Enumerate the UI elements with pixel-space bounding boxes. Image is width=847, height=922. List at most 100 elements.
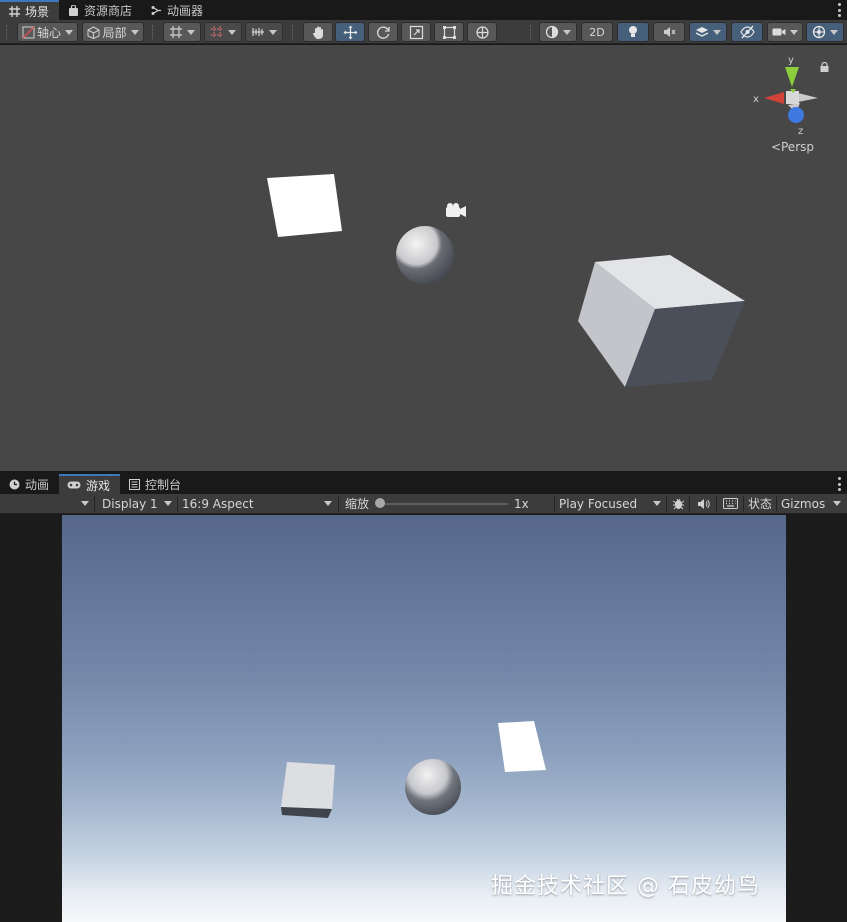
axis-y-label: y <box>788 55 794 66</box>
mute-audio-button[interactable] <box>695 494 711 513</box>
game-canvas[interactable]: 掘金技术社区 @ 石皮幼鸟 <box>62 515 786 922</box>
gizmos-label: Gizmos <box>781 496 826 511</box>
game-more-menu-icon[interactable] <box>837 477 841 491</box>
game-quad <box>498 721 546 772</box>
tab-game[interactable]: 游戏 <box>59 474 121 494</box>
chevron-down-icon <box>563 29 571 35</box>
grid-icon <box>8 5 20 17</box>
play-mode-dropdown[interactable]: Play Focused <box>559 494 663 513</box>
audio-toggle-button[interactable] <box>653 22 685 42</box>
chevron-down-icon <box>228 29 236 35</box>
keyboard-shortcuts-button[interactable] <box>721 494 739 513</box>
toolbar-grip[interactable] <box>530 25 532 39</box>
chevron-down-icon <box>324 501 332 506</box>
toolbar-grip[interactable] <box>6 25 8 39</box>
scene-sphere <box>396 226 454 284</box>
stats-button[interactable]: 状态 <box>748 494 772 513</box>
transform-tool-button[interactable] <box>467 22 497 42</box>
pivot-icon <box>22 26 35 39</box>
axis-z-label: z <box>798 126 803 137</box>
tab-asset-store-label: 资源商店 <box>84 3 133 18</box>
audio-mute-icon <box>662 25 676 39</box>
grid-snap-dropdown[interactable] <box>163 22 201 42</box>
scale-tool-icon <box>409 25 424 40</box>
watermark-text: 掘金技术社区 @ 石皮幼鸟 <box>491 874 760 899</box>
toolbar-grip[interactable] <box>152 25 154 39</box>
speaker-icon <box>697 498 710 510</box>
game-viewport[interactable]: 掘金技术社区 @ 石皮幼鸟 <box>0 515 847 922</box>
camera-icon <box>772 26 786 38</box>
move-tool-button[interactable] <box>335 22 365 42</box>
rect-tool-button[interactable] <box>434 22 464 42</box>
pivot-dropdown[interactable]: 轴心 <box>17 22 78 42</box>
chevron-down-icon <box>130 29 139 35</box>
grid-snap-icon <box>169 25 183 39</box>
game-render <box>281 721 546 818</box>
game-toolbar: Display 1 16:9 Aspect 缩放 1x Play Focused… <box>0 494 847 514</box>
display-dropdown[interactable]: Display 1 <box>102 494 174 513</box>
snap-increment-dropdown[interactable] <box>204 22 242 42</box>
tab-scene-label: 场景 <box>25 4 50 19</box>
projection-toggle[interactable]: <Persp <box>771 140 814 154</box>
scale-tool-button[interactable] <box>401 22 431 42</box>
play-mode-label: Play Focused <box>559 496 638 511</box>
scale-slider-track[interactable] <box>380 503 508 505</box>
toolbar-grip[interactable] <box>292 25 294 39</box>
gizmos-dropdown[interactable] <box>806 22 844 42</box>
scene-quad <box>267 174 342 237</box>
increment-snap-dropdown[interactable] <box>245 22 283 42</box>
layers-icon <box>695 25 709 39</box>
toggle-2d-button[interactable]: 2D <box>581 22 613 42</box>
transform-tool-icon <box>475 25 490 40</box>
scale-label: 缩放 <box>345 497 370 511</box>
gizmos-toggle-button[interactable]: Gizmos <box>781 494 825 513</box>
game-view-dropdown[interactable] <box>78 494 92 513</box>
lock-icon[interactable] <box>820 61 829 75</box>
space-dropdown[interactable]: 局部 <box>82 22 144 42</box>
effects-dropdown[interactable] <box>689 22 727 42</box>
scene-more-menu-icon[interactable] <box>837 3 841 17</box>
tab-animation[interactable]: 动画 <box>0 474 59 494</box>
console-icon <box>128 478 140 490</box>
camera-dropdown[interactable] <box>767 22 803 42</box>
cube-icon <box>87 25 100 39</box>
rect-tool-icon <box>442 25 457 40</box>
hand-tool-button[interactable] <box>303 22 333 42</box>
aspect-dropdown[interactable]: 16:9 Aspect <box>182 494 334 513</box>
game-tab-bar: 动画 游戏 控制台 <box>0 474 847 494</box>
scene-toolbar: 轴心 局部 2D <box>0 20 847 44</box>
persp-lines-icon: < <box>770 140 781 154</box>
tab-asset-store[interactable]: 资源商店 <box>59 0 142 20</box>
display-label: Display 1 <box>102 496 158 511</box>
shading-sphere-icon <box>545 25 559 39</box>
lightbulb-icon <box>627 25 639 39</box>
chevron-down-icon <box>164 501 172 506</box>
projection-label: Persp <box>781 140 814 154</box>
aspect-label: 16:9 Aspect <box>182 496 254 511</box>
chevron-down-icon <box>833 501 841 506</box>
scene-viewport[interactable]: y x z <Persp <box>0 45 847 471</box>
scene-render <box>267 174 745 387</box>
chevron-down-icon <box>65 29 73 35</box>
lighting-toggle-button[interactable] <box>617 22 649 42</box>
gizmos-dropdown-arrow[interactable] <box>830 494 844 513</box>
scale-slider-thumb[interactable] <box>375 498 385 508</box>
rotate-tool-button[interactable] <box>368 22 398 42</box>
chevron-down-icon <box>830 29 838 35</box>
gizmo-globe-icon <box>812 25 826 39</box>
chevron-down-icon <box>269 29 277 35</box>
tab-animator[interactable]: 动画器 <box>142 0 213 20</box>
scale-value: 1x <box>514 496 529 511</box>
snap-icon <box>210 25 224 39</box>
tab-scene[interactable]: 场景 <box>0 0 60 20</box>
chevron-down-icon <box>81 501 89 506</box>
stats-label: 状态 <box>748 497 773 511</box>
frame-debugger-button[interactable] <box>670 494 686 513</box>
space-label: 局部 <box>102 25 127 40</box>
shading-mode-dropdown[interactable] <box>539 22 577 42</box>
scene-visibility-button[interactable] <box>731 22 763 42</box>
chevron-down-icon <box>713 29 721 35</box>
scene-tab-bar: 场景 资源商店 动画器 <box>0 0 847 20</box>
tab-console[interactable]: 控制台 <box>120 474 191 494</box>
ruler-icon <box>251 25 265 39</box>
